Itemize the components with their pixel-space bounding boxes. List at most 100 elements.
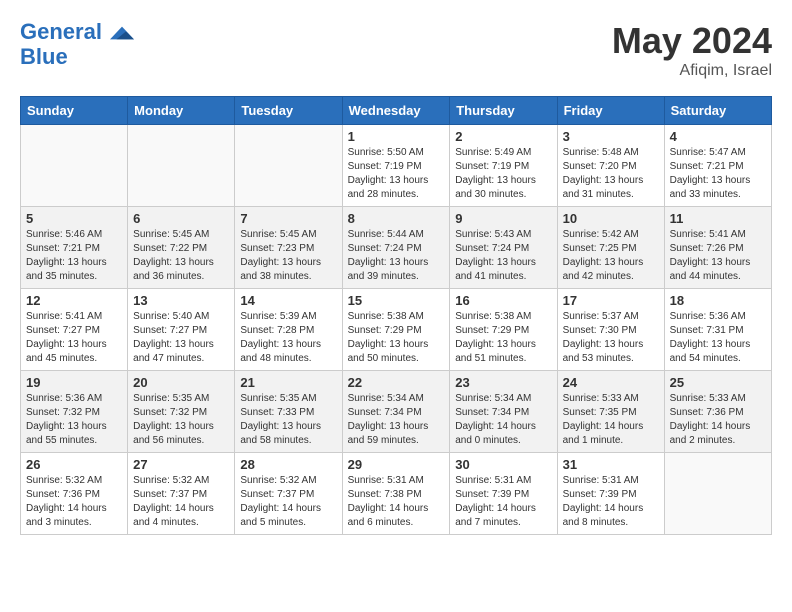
day-info: Sunrise: 5:49 AM Sunset: 7:19 PM Dayligh…: [455, 146, 551, 202]
day-info: Sunrise: 5:36 AM Sunset: 7:32 PM Dayligh…: [26, 392, 122, 448]
calendar-cell: 28 Sunrise: 5:32 AM Sunset: 7:37 PM Dayli…: [235, 453, 342, 535]
day-number: 5: [26, 211, 122, 226]
calendar-cell: 29 Sunrise: 5:31 AM Sunset: 7:38 PM Dayli…: [342, 453, 450, 535]
location: Afiqim, Israel: [612, 62, 772, 80]
calendar-cell: 4Sunrise: 5:47 AM Sunset: 7:21 PM Daylig…: [664, 125, 771, 207]
calendar-week-4: 19Sunrise: 5:36 AM Sunset: 7:32 PM Dayli…: [21, 371, 772, 453]
day-info: Sunrise: 5:42 AM Sunset: 7:25 PM Dayligh…: [563, 228, 659, 284]
calendar-cell: 22 Sunrise: 5:34 AM Sunset: 7:34 PM Dayli…: [342, 371, 450, 453]
calendar-cell: 30Sunrise: 5:31 AM Sunset: 7:39 PM Dayli…: [450, 453, 557, 535]
day-number: 6: [133, 211, 229, 226]
day-number: 13: [133, 293, 229, 308]
day-info: Sunrise: 5:34 AM Sunset: 7:34 PM Dayligh…: [348, 392, 445, 448]
day-info: Sunrise: 5:33 AM Sunset: 7:36 PM Dayligh…: [670, 392, 766, 448]
calendar-cell: [21, 125, 128, 207]
calendar-week-2: 5Sunrise: 5:46 AM Sunset: 7:21 PM Daylig…: [21, 207, 772, 289]
calendar-cell: 18 Sunrise: 5:36 AM Sunset: 7:31 PM Dayli…: [664, 289, 771, 371]
day-info: Sunrise: 5:45 AM Sunset: 7:23 PM Dayligh…: [240, 228, 336, 284]
calendar-cell: 3 Sunrise: 5:48 AM Sunset: 7:20 PM Daylig…: [557, 125, 664, 207]
day-info: Sunrise: 5:45 AM Sunset: 7:22 PM Dayligh…: [133, 228, 229, 284]
day-number: 28: [240, 457, 336, 472]
calendar-table: SundayMondayTuesdayWednesdayThursdayFrid…: [20, 96, 772, 535]
day-number: 7: [240, 211, 336, 226]
day-number: 25: [670, 375, 766, 390]
day-info: Sunrise: 5:38 AM Sunset: 7:29 PM Dayligh…: [455, 310, 551, 366]
weekday-header-friday: Friday: [557, 97, 664, 125]
day-info: Sunrise: 5:44 AM Sunset: 7:24 PM Dayligh…: [348, 228, 445, 284]
day-info: Sunrise: 5:39 AM Sunset: 7:28 PM Dayligh…: [240, 310, 336, 366]
calendar-week-1: 1Sunrise: 5:50 AM Sunset: 7:19 PM Daylig…: [21, 125, 772, 207]
title-block: May 2024 Afiqim, Israel: [612, 20, 772, 80]
day-info: Sunrise: 5:35 AM Sunset: 7:32 PM Dayligh…: [133, 392, 229, 448]
calendar-cell: 10 Sunrise: 5:42 AM Sunset: 7:25 PM Dayli…: [557, 207, 664, 289]
calendar-cell: 12 Sunrise: 5:41 AM Sunset: 7:27 PM Dayli…: [21, 289, 128, 371]
calendar-cell: 15 Sunrise: 5:38 AM Sunset: 7:29 PM Dayli…: [342, 289, 450, 371]
calendar-cell: 1Sunrise: 5:50 AM Sunset: 7:19 PM Daylig…: [342, 125, 450, 207]
day-number: 8: [348, 211, 445, 226]
calendar-cell: 9 Sunrise: 5:43 AM Sunset: 7:24 PM Daylig…: [450, 207, 557, 289]
calendar-cell: 25 Sunrise: 5:33 AM Sunset: 7:36 PM Dayli…: [664, 371, 771, 453]
calendar-cell: [664, 453, 771, 535]
day-info: Sunrise: 5:50 AM Sunset: 7:19 PM Dayligh…: [348, 146, 445, 202]
calendar-cell: 13 Sunrise: 5:40 AM Sunset: 7:27 PM Dayli…: [128, 289, 235, 371]
day-number: 26: [26, 457, 122, 472]
month-year: May 2024: [612, 20, 772, 62]
day-number: 15: [348, 293, 445, 308]
weekday-header-thursday: Thursday: [450, 97, 557, 125]
day-number: 4: [670, 129, 766, 144]
day-number: 12: [26, 293, 122, 308]
day-number: 3: [563, 129, 659, 144]
day-info: Sunrise: 5:35 AM Sunset: 7:33 PM Dayligh…: [240, 392, 336, 448]
logo-text: General: [20, 20, 134, 45]
day-number: 9: [455, 211, 551, 226]
page-header: General Blue May 2024 Afiqim, Israel: [20, 20, 772, 80]
day-info: Sunrise: 5:31 AM Sunset: 7:39 PM Dayligh…: [455, 474, 551, 530]
day-info: Sunrise: 5:31 AM Sunset: 7:38 PM Dayligh…: [348, 474, 445, 530]
calendar-cell: 14Sunrise: 5:39 AM Sunset: 7:28 PM Dayli…: [235, 289, 342, 371]
day-info: Sunrise: 5:37 AM Sunset: 7:30 PM Dayligh…: [563, 310, 659, 366]
calendar-cell: 31Sunrise: 5:31 AM Sunset: 7:39 PM Dayli…: [557, 453, 664, 535]
calendar-cell: 24 Sunrise: 5:33 AM Sunset: 7:35 PM Dayli…: [557, 371, 664, 453]
logo: General Blue: [20, 20, 134, 69]
day-number: 18: [670, 293, 766, 308]
calendar-cell: 23Sunrise: 5:34 AM Sunset: 7:34 PM Dayli…: [450, 371, 557, 453]
calendar-cell: 26 Sunrise: 5:32 AM Sunset: 7:36 PM Dayli…: [21, 453, 128, 535]
calendar-cell: [128, 125, 235, 207]
day-info: Sunrise: 5:41 AM Sunset: 7:26 PM Dayligh…: [670, 228, 766, 284]
day-number: 21: [240, 375, 336, 390]
weekday-header-wednesday: Wednesday: [342, 97, 450, 125]
day-info: Sunrise: 5:33 AM Sunset: 7:35 PM Dayligh…: [563, 392, 659, 448]
day-number: 20: [133, 375, 229, 390]
day-info: Sunrise: 5:32 AM Sunset: 7:36 PM Dayligh…: [26, 474, 122, 530]
day-info: Sunrise: 5:36 AM Sunset: 7:31 PM Dayligh…: [670, 310, 766, 366]
day-info: Sunrise: 5:43 AM Sunset: 7:24 PM Dayligh…: [455, 228, 551, 284]
calendar-cell: 17 Sunrise: 5:37 AM Sunset: 7:30 PM Dayli…: [557, 289, 664, 371]
day-number: 10: [563, 211, 659, 226]
calendar-cell: 19Sunrise: 5:36 AM Sunset: 7:32 PM Dayli…: [21, 371, 128, 453]
day-info: Sunrise: 5:38 AM Sunset: 7:29 PM Dayligh…: [348, 310, 445, 366]
weekday-header-row: SundayMondayTuesdayWednesdayThursdayFrid…: [21, 97, 772, 125]
calendar-cell: 21 Sunrise: 5:35 AM Sunset: 7:33 PM Dayli…: [235, 371, 342, 453]
calendar-week-5: 26 Sunrise: 5:32 AM Sunset: 7:36 PM Dayli…: [21, 453, 772, 535]
calendar-cell: 27Sunrise: 5:32 AM Sunset: 7:37 PM Dayli…: [128, 453, 235, 535]
day-number: 16: [455, 293, 551, 308]
calendar-cell: [235, 125, 342, 207]
logo-icon: [110, 21, 134, 45]
day-info: Sunrise: 5:34 AM Sunset: 7:34 PM Dayligh…: [455, 392, 551, 448]
day-number: 24: [563, 375, 659, 390]
logo-blue: Blue: [20, 45, 134, 69]
day-number: 29: [348, 457, 445, 472]
day-number: 17: [563, 293, 659, 308]
day-info: Sunrise: 5:32 AM Sunset: 7:37 PM Dayligh…: [240, 474, 336, 530]
day-info: Sunrise: 5:41 AM Sunset: 7:27 PM Dayligh…: [26, 310, 122, 366]
day-number: 22: [348, 375, 445, 390]
weekday-header-monday: Monday: [128, 97, 235, 125]
day-info: Sunrise: 5:48 AM Sunset: 7:20 PM Dayligh…: [563, 146, 659, 202]
calendar-cell: 5Sunrise: 5:46 AM Sunset: 7:21 PM Daylig…: [21, 207, 128, 289]
day-number: 11: [670, 211, 766, 226]
calendar-cell: 16 Sunrise: 5:38 AM Sunset: 7:29 PM Dayli…: [450, 289, 557, 371]
day-number: 31: [563, 457, 659, 472]
day-info: Sunrise: 5:40 AM Sunset: 7:27 PM Dayligh…: [133, 310, 229, 366]
day-number: 2: [455, 129, 551, 144]
calendar-cell: 20 Sunrise: 5:35 AM Sunset: 7:32 PM Dayli…: [128, 371, 235, 453]
